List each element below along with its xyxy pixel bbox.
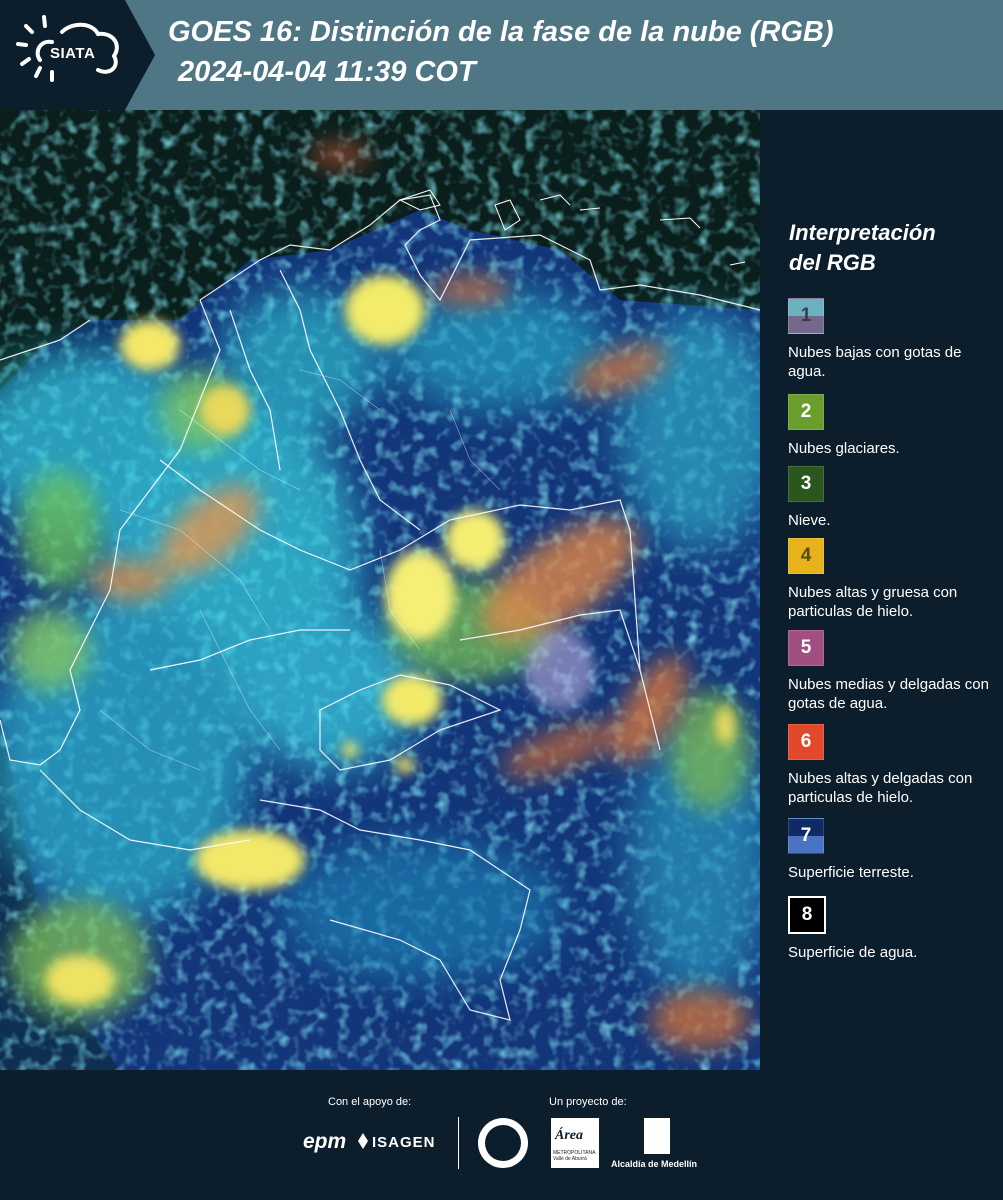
legend-item-6: 6 Nubes altas y delgadas con particulas … xyxy=(788,724,998,807)
legend-label-7: Superficie terreste. xyxy=(788,864,914,881)
legend-item-5: 5 Nubes medias y delgadas con gotas de a… xyxy=(788,630,998,713)
legend-label-6: Nubes altas y delgadas con particulas de… xyxy=(788,770,973,806)
legend-item-7: 7 Superficie terreste. xyxy=(788,818,998,882)
alcaldia-shield-icon xyxy=(644,1118,670,1154)
legend-label-4: Nubes altas y gruesa con particulas de h… xyxy=(788,584,958,620)
legend-label-1: Nubes bajas con gotas de agua. xyxy=(788,344,962,380)
timestamp: 2024-04-04 11:39 COT xyxy=(178,56,476,88)
legend-item-4: 4 Nubes altas y gruesa con particulas de… xyxy=(788,538,998,621)
legend-swatch-2: 2 xyxy=(788,394,824,430)
project-label: Un proyecto de: xyxy=(549,1096,627,1108)
legend-label-2: Nubes glaciares. xyxy=(788,440,900,457)
epm-logo: epm xyxy=(303,1130,347,1153)
medellin-seal-logo xyxy=(478,1118,528,1168)
page-title: GOES 16: Distinción de la fase de la nub… xyxy=(168,16,834,48)
legend-title-line2: del RGB xyxy=(789,250,876,275)
support-label: Con el apoyo de: xyxy=(328,1096,412,1108)
legend-swatch-4: 4 xyxy=(788,538,824,574)
legend-swatch-5: 5 xyxy=(788,630,824,666)
area-subtitle: METROPOLITANA Valle de Aburrá xyxy=(553,1150,596,1162)
legend-label-3: Nieve. xyxy=(788,512,831,529)
footer: Con el apoyo de: Un proyecto de: epm ISA… xyxy=(0,1070,1003,1200)
legend-label-5: Nubes medias y delgadas con gotas de agu… xyxy=(788,676,989,712)
alcaldia-logo-text: Alcaldía de Medellín xyxy=(611,1159,698,1169)
legend-item-2: 2 Nubes glaciares. xyxy=(788,394,998,458)
legend-swatch-7: 7 xyxy=(788,818,824,854)
area-metropolitana-logo: Área METROPOLITANA Valle de Aburrá xyxy=(551,1118,599,1168)
legend-swatch-3: 3 xyxy=(788,466,824,502)
area-word: Área xyxy=(555,1128,583,1143)
legend-item-8: 8 Superficie de agua. xyxy=(788,896,998,962)
footer-divider xyxy=(458,1117,459,1169)
header-bar: SIATA GOES 16: Distinción de la fase de … xyxy=(0,0,1003,110)
legend-label-8: Superficie de agua. xyxy=(788,944,918,961)
seal-inner-icon xyxy=(485,1125,521,1161)
logo-text: SIATA xyxy=(50,45,96,62)
siata-logo: SIATA xyxy=(0,0,155,110)
legend-panel: Interpretación del RGB 1 Nubes bajas con… xyxy=(776,110,1003,1070)
legend-swatch-1: 1 xyxy=(788,298,824,334)
legend-swatch-8: 8 xyxy=(788,896,826,934)
legend-swatch-6: 6 xyxy=(788,724,824,760)
isagen-icon xyxy=(358,1133,368,1149)
legend-item-1: 1 Nubes bajas con gotas de agua. xyxy=(788,298,998,381)
legend-title-line1: Interpretación xyxy=(789,220,936,245)
legend-title: Interpretación del RGB xyxy=(789,218,936,278)
legend-item-3: 3 Nieve. xyxy=(788,466,998,530)
isagen-logo: ISAGEN xyxy=(372,1134,436,1151)
satellite-rgb-map xyxy=(0,110,760,1070)
